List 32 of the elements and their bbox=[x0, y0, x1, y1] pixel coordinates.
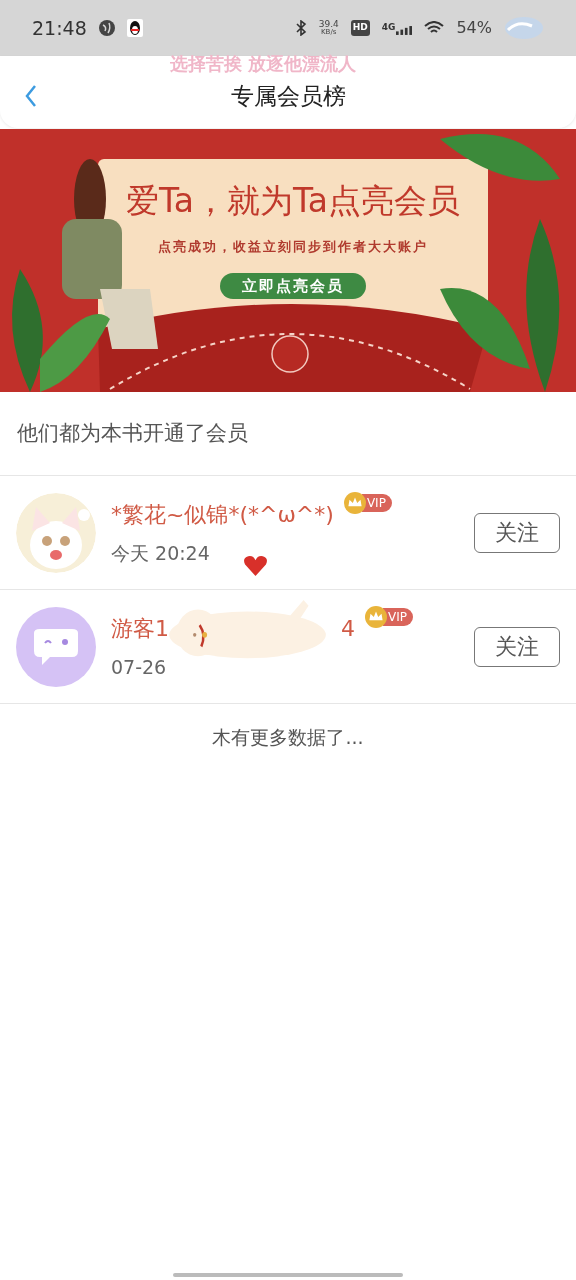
signal-icon bbox=[396, 25, 413, 35]
end-of-list-text: 木有更多数据了... bbox=[212, 724, 364, 750]
member-time: 07-26 bbox=[111, 654, 167, 680]
bluetooth-icon bbox=[294, 20, 307, 36]
banner-button[interactable]: 立即点亮会员 bbox=[220, 272, 366, 299]
banner-subtitle: 点亮成功，收益立刻同步到作者大大账户 bbox=[158, 238, 428, 256]
member-name: 游客1 bbox=[111, 614, 169, 643]
follow-button[interactable]: 关注 bbox=[474, 626, 560, 667]
clock: 21:48 bbox=[32, 15, 87, 41]
penguin-icon bbox=[126, 19, 143, 37]
heart-sticker-icon bbox=[243, 554, 268, 577]
lyric-overlay: 选择苦挨 放逐他漂流人 bbox=[170, 52, 357, 76]
hd-badge: HD bbox=[350, 20, 370, 36]
member-row[interactable]: *繁花~似锦*(*^ω^*) VIP 今天 20:24 关注 bbox=[0, 476, 576, 590]
crown-icon bbox=[343, 491, 366, 514]
crown-icon bbox=[365, 605, 387, 628]
avatar-chat-icon bbox=[16, 606, 96, 687]
wifi-icon bbox=[424, 21, 445, 35]
member-name: *繁花~似锦*(*^ω^*) bbox=[111, 500, 334, 529]
page-title: 专属会员榜 bbox=[230, 81, 346, 111]
member-name: 4 bbox=[341, 614, 355, 643]
vip-label: VIP bbox=[383, 607, 413, 626]
battery-level: 54% bbox=[456, 17, 492, 39]
section-title: 他们都为本书开通了会员 bbox=[17, 419, 248, 447]
back-icon bbox=[25, 84, 37, 108]
member-row[interactable]: 游客1 4 VIP 07-26 关注 bbox=[0, 590, 576, 704]
banner[interactable]: 爱Ta，就为Ta点亮会员 点亮成功，收益立刻同步到作者大大账户 立即点亮会员 bbox=[0, 129, 576, 392]
follow-button[interactable]: 关注 bbox=[474, 512, 560, 553]
banner-headline: 爱Ta，就为Ta点亮会员 bbox=[126, 184, 460, 217]
member-time: 今天 20:24 bbox=[111, 540, 210, 566]
network-type: 4G bbox=[381, 21, 396, 35]
speed-value: 39.4 bbox=[318, 20, 339, 29]
